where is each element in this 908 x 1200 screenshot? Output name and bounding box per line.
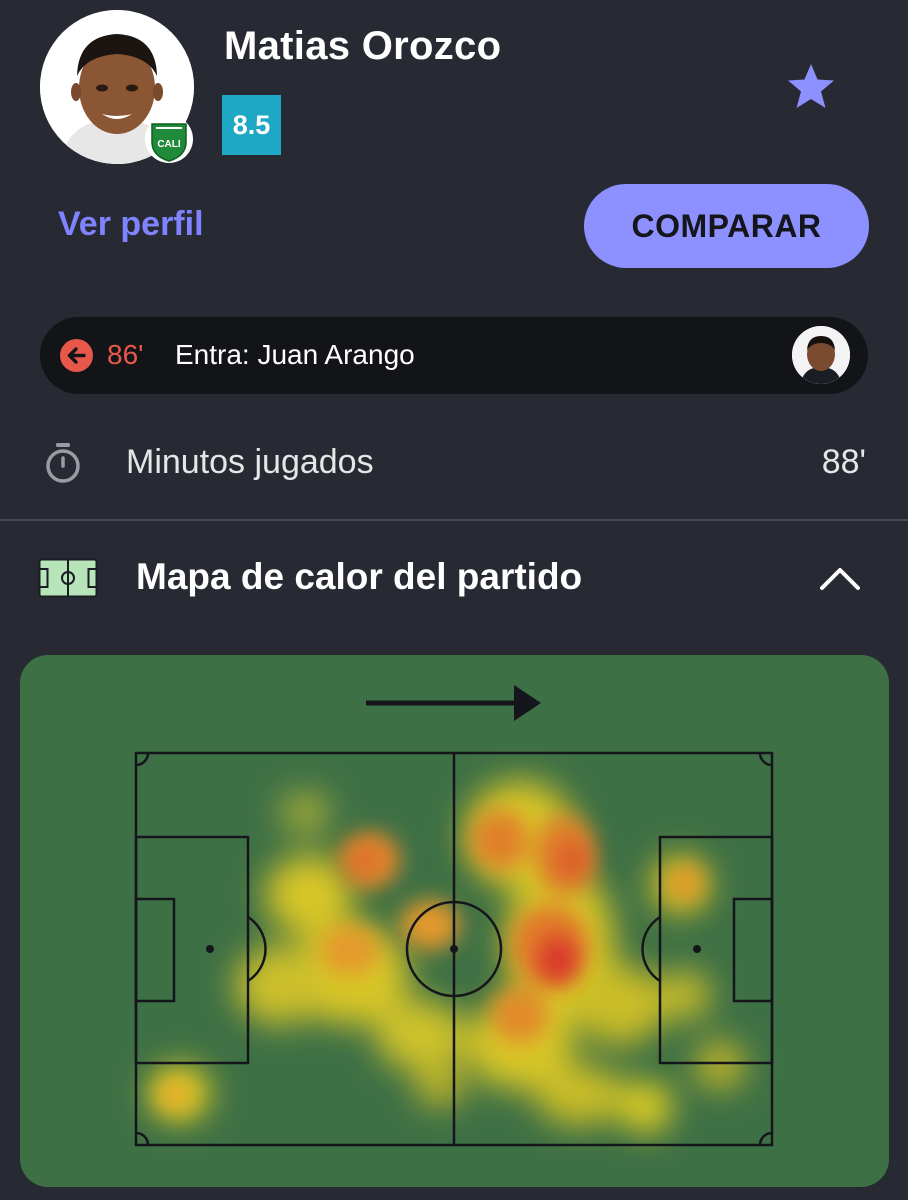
view-profile-link[interactable]: Ver perfil	[58, 205, 204, 244]
star-icon[interactable]	[786, 62, 836, 112]
player-name: Matias Orozco	[224, 24, 502, 68]
compare-button[interactable]: COMPARAR	[584, 184, 869, 268]
heatmap-layer-yellow	[150, 780, 745, 1133]
player-rating-badge: 8.5	[222, 95, 281, 155]
substitution-text: Entra: Juan Arango	[175, 339, 415, 370]
club-badge-icon: CALI	[145, 115, 193, 163]
minutes-played-value: 88'	[821, 443, 866, 481]
section-divider	[0, 519, 908, 521]
heatmap-title: Mapa de calor del partido	[136, 556, 583, 597]
pitch-icon	[38, 558, 98, 598]
minutes-played-label: Minutos jugados	[126, 443, 374, 481]
chevron-up-icon[interactable]	[816, 556, 864, 600]
player-match-sheet: CALI Matias Orozco 8.5 Ver perfil COMPAR…	[0, 0, 908, 1200]
arrow-left-circle-icon	[60, 339, 93, 372]
svg-text:CALI: CALI	[157, 139, 181, 150]
substitution-banner[interactable]: 86' Entra: Juan Arango	[40, 317, 868, 394]
attack-direction-arrow-icon	[366, 685, 541, 721]
heatmap-card	[20, 655, 889, 1187]
stopwatch-icon	[46, 443, 80, 483]
substitution-minute: 86'	[107, 339, 144, 370]
heatmap-pitch	[134, 685, 774, 1147]
substitute-avatar[interactable]	[792, 326, 850, 384]
